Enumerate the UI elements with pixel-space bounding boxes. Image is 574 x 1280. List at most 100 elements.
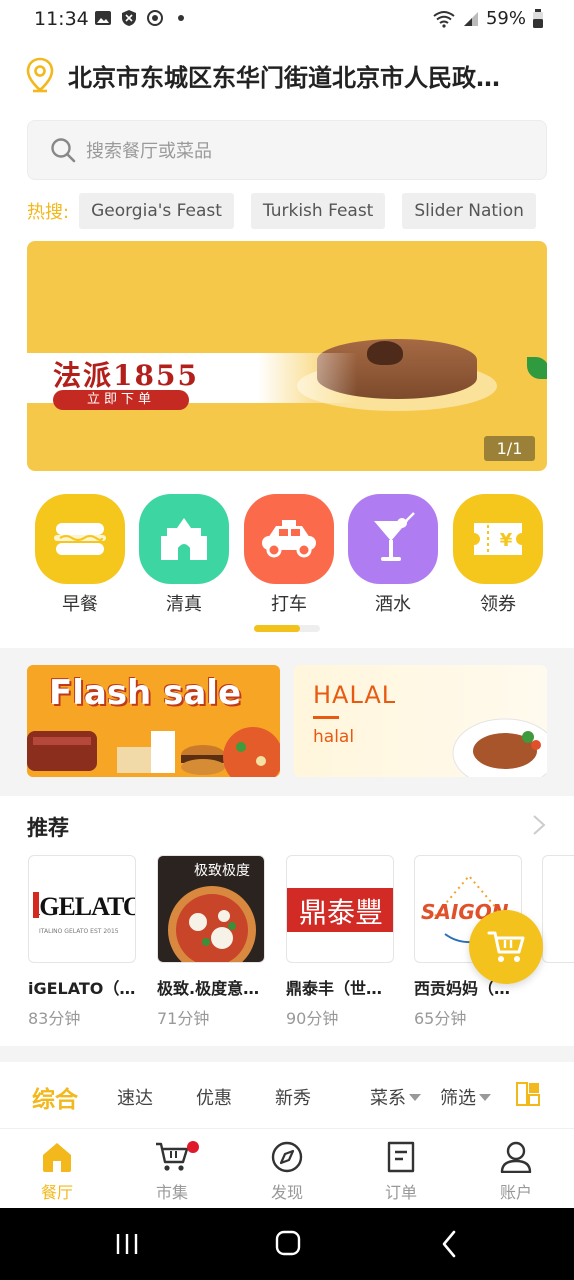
cart-icon (156, 1142, 189, 1171)
nav-restaurant[interactable]: 餐厅 (17, 1141, 97, 1203)
delivery-time: 83分钟 (28, 1009, 81, 1028)
chevron-right-icon[interactable] (530, 813, 548, 837)
sort-tab-fast[interactable]: 速达 (117, 1084, 153, 1110)
hot-tag[interactable]: Turkish Feast (250, 193, 386, 229)
category-label: 早餐 (62, 594, 98, 615)
shield-icon (122, 10, 136, 26)
dish-graphic (452, 718, 547, 777)
nav-orders[interactable]: 订单 (361, 1141, 441, 1203)
sort-tab-new[interactable]: 新秀 (275, 1084, 311, 1110)
category-row: 早餐 清真 打车 酒水 ¥ 领券 (0, 494, 574, 616)
category-taxi[interactable]: 打车 (243, 494, 335, 616)
nav-label: 订单 (384, 1183, 417, 1202)
sort-tab-discount[interactable]: 优惠 (196, 1084, 232, 1110)
status-bar: 11:34 59% (0, 0, 574, 40)
layout-toggle-icon[interactable] (516, 1082, 540, 1106)
nav-label: 市集 (155, 1183, 188, 1202)
mosque-icon (139, 494, 229, 584)
battery-percent: 59% (485, 8, 526, 29)
nav-discover[interactable]: 发现 (247, 1141, 327, 1203)
sort-tab-all[interactable]: 综合 (32, 1080, 78, 1114)
category-scroll-indicator (254, 625, 320, 632)
hot-tag[interactable]: Georgia's Feast (79, 193, 234, 229)
recommend-item[interactable]: 极致极度 极致.极度意… 71分钟 (157, 855, 265, 1029)
sort-bar: 综合 速达 优惠 新秀 菜系 筛选 (0, 1062, 574, 1128)
recommend-item[interactable]: 鼎泰豐 鼎泰丰（世… 90分钟 (286, 855, 394, 1029)
wifi-icon (433, 10, 455, 28)
recommend-item-partial[interactable] (542, 855, 574, 963)
caret-down-icon (409, 1094, 421, 1101)
category-label: 打车 (271, 594, 307, 615)
cart-icon (487, 931, 525, 962)
category-halal[interactable]: 清真 (138, 494, 230, 616)
battery-icon (533, 8, 543, 28)
halal-subtitle: halal (313, 727, 355, 747)
order-icon (387, 1141, 415, 1173)
restaurant-name: 鼎泰丰（世… (286, 979, 383, 998)
nav-label: 账户 (499, 1183, 532, 1202)
location-address: 北京市东城区东华门街道北京市人民政… (68, 63, 500, 92)
recommend-item[interactable]: iGELATO ITALINO GELATO EST 2015 iGELATO（… (28, 855, 136, 1029)
location-selector[interactable]: 北京市东城区东华门街道北京市人民政… (26, 55, 556, 95)
flash-sale-title: Flash sale (49, 673, 241, 713)
logo-subtext: ITALINO GELATO EST 2015 (39, 928, 119, 935)
food-graphic (27, 727, 280, 777)
svg-text:¥: ¥ (500, 530, 513, 551)
halal-divider (313, 716, 339, 719)
restaurant-logo: 鼎泰豐 (286, 855, 394, 963)
flash-sale-card[interactable]: Flash sale (27, 665, 280, 777)
promo-banner[interactable]: 法派1855 立即下单 (27, 241, 547, 471)
nav-account[interactable]: 账户 (476, 1141, 556, 1203)
cuisine-dropdown[interactable]: 菜系 (370, 1084, 421, 1110)
filter-dropdown-label: 筛选 (440, 1088, 476, 1109)
logo-text: iGELATO (33, 892, 136, 921)
category-label: 领券 (480, 594, 516, 615)
system-nav-bar (0, 1208, 574, 1280)
nav-market[interactable]: 市集 (132, 1141, 212, 1203)
category-drinks[interactable]: 酒水 (347, 494, 439, 616)
search-placeholder: 搜索餐厅或菜品 (86, 141, 212, 162)
restaurant-name: iGELATO（… (28, 979, 136, 998)
caret-down-icon (479, 1094, 491, 1101)
restaurant-name: 极致.极度意… (157, 979, 260, 998)
app-screen: 11:34 59% 北京市东城区东华门街道北京市人民政… 搜索餐厅或菜品 热搜:… (0, 0, 574, 1280)
notification-dot (187, 1141, 199, 1153)
nav-label: 发现 (270, 1183, 303, 1202)
status-time: 11:34 (34, 8, 89, 30)
hot-search-label: 热搜: (27, 202, 70, 223)
restaurant-logo: 极致极度 (157, 855, 265, 963)
home-icon (43, 1143, 71, 1172)
back-icon[interactable] (440, 1230, 458, 1258)
search-icon (51, 138, 76, 163)
floating-cart-button[interactable] (469, 910, 543, 984)
delivery-time: 65分钟 (414, 1009, 467, 1028)
section-divider (0, 1046, 574, 1062)
search-input[interactable]: 搜索餐厅或菜品 (27, 120, 547, 180)
halal-card[interactable]: HALAL halal (294, 665, 547, 777)
compass-icon (271, 1141, 303, 1173)
category-breakfast[interactable]: 早餐 (34, 494, 126, 616)
sync-icon (147, 10, 163, 26)
car-icon (244, 494, 334, 584)
banner-page-counter: 1/1 (484, 436, 535, 461)
hot-tag[interactable]: Slider Nation (402, 193, 536, 229)
category-label: 酒水 (375, 594, 411, 615)
home-button-icon[interactable] (275, 1230, 301, 1256)
banner-title: 法派1855 (53, 359, 199, 392)
hotdog-icon (35, 494, 125, 584)
recent-apps-icon[interactable] (115, 1232, 139, 1256)
delivery-time: 90分钟 (286, 1009, 339, 1028)
category-label: 清真 (166, 594, 202, 615)
restaurant-logo: iGELATO ITALINO GELATO EST 2015 (28, 855, 136, 963)
dot-icon (178, 15, 184, 21)
cuisine-dropdown-label: 菜系 (370, 1088, 406, 1109)
location-pin-icon (26, 57, 54, 93)
logo-text: 极致极度 (194, 863, 250, 879)
coupon-icon: ¥ (453, 494, 543, 584)
filter-dropdown[interactable]: 筛选 (440, 1084, 491, 1110)
signal-icon (463, 11, 478, 26)
category-coupon[interactable]: ¥ 领券 (452, 494, 544, 616)
banner-cta-button[interactable]: 立即下单 (53, 390, 189, 410)
delivery-time: 71分钟 (157, 1009, 210, 1028)
nav-label: 餐厅 (40, 1183, 73, 1202)
